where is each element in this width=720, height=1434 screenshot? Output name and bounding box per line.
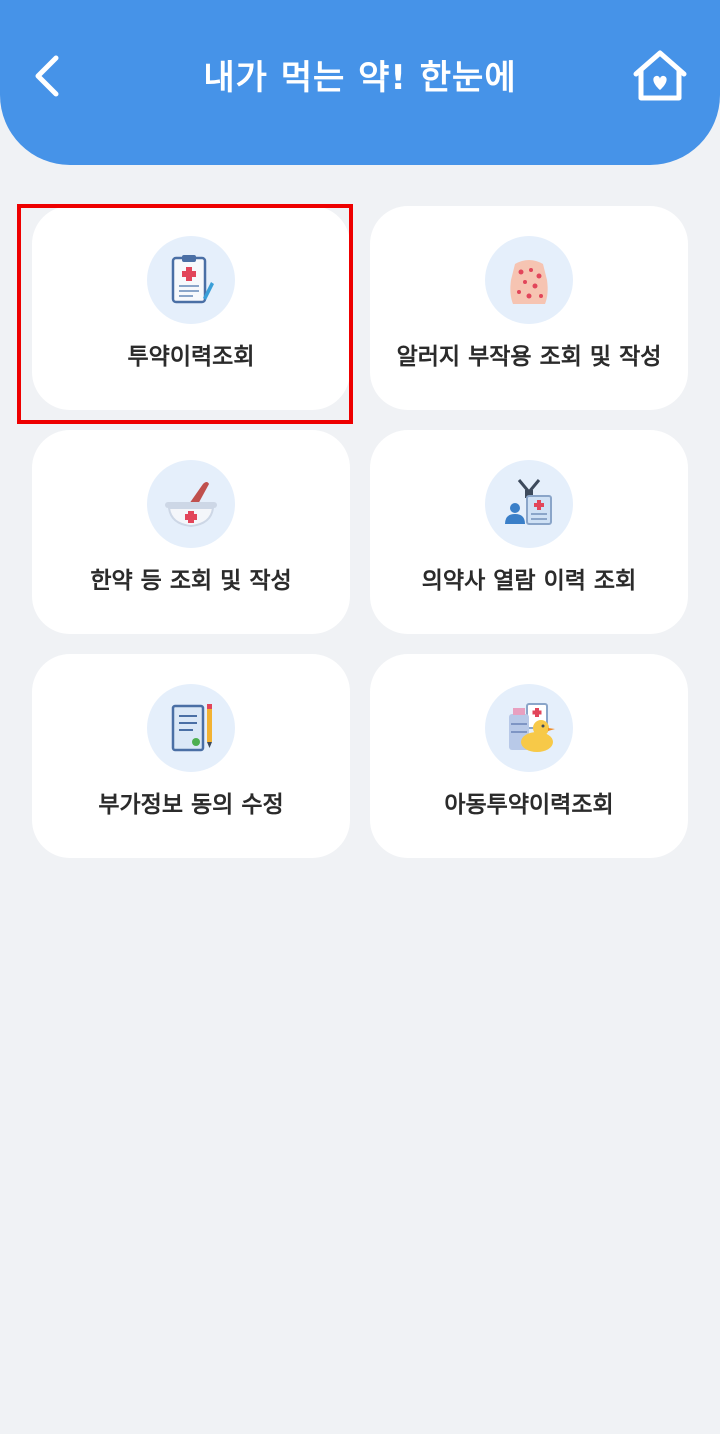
home-button[interactable]: [628, 46, 692, 106]
menu-card-allergy[interactable]: 알러지 부작용 조회 및 작성: [370, 206, 688, 410]
card-label: 알러지 부작용 조회 및 작성: [396, 344, 662, 370]
consent-form-icon: [147, 684, 235, 772]
menu-card-child-medication-history[interactable]: 아동투약이력조회: [370, 654, 688, 858]
menu-card-access-history[interactable]: 의약사 열람 이력 조회: [370, 430, 688, 634]
menu-card-herbal-medicine[interactable]: 한약 등 조회 및 작성: [32, 430, 350, 634]
card-label: 의약사 열람 이력 조회: [421, 568, 637, 594]
menu-card-medication-history[interactable]: 투약이력조회: [32, 206, 350, 410]
card-label: 한약 등 조회 및 작성: [90, 568, 292, 594]
page-title: 내가 먹는 약! 한눈에: [203, 58, 517, 98]
mortar-pestle-icon: [147, 460, 235, 548]
card-label: 투약이력조회: [127, 344, 255, 370]
card-label: 부가정보 동의 수정: [98, 792, 284, 818]
card-label: 아동투약이력조회: [444, 792, 614, 818]
skin-rash-icon: [485, 236, 573, 324]
app-header: 내가 먹는 약! 한눈에: [0, 0, 720, 165]
child-duck-icon: [485, 684, 573, 772]
doctor-record-icon: [485, 460, 573, 548]
menu-card-consent-edit[interactable]: 부가정보 동의 수정: [32, 654, 350, 858]
home-heart-icon: [633, 50, 687, 101]
clipboard-icon: [147, 236, 235, 324]
